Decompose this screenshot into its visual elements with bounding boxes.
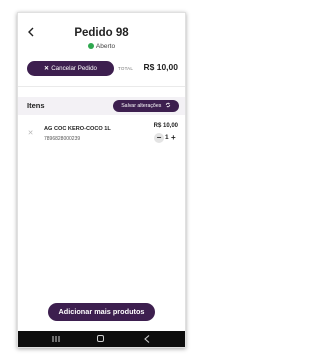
back-icon[interactable] (144, 335, 150, 343)
close-icon: ✕ (44, 65, 50, 72)
decrement-button[interactable]: − (154, 133, 164, 143)
add-more-products-button[interactable]: Adicionar mais produtos (48, 303, 155, 321)
items-header: Itens Salvar alterações (18, 97, 185, 115)
page-title: Pedido 98 (74, 27, 129, 39)
save-changes-label: Salvar alterações (121, 103, 162, 109)
increment-button[interactable]: + (171, 133, 176, 142)
cancel-order-button[interactable]: ✕ Cancelar Pedido (27, 61, 114, 76)
total-label: TOTAL (118, 66, 134, 71)
product-image-placeholder-icon: ✕ (27, 130, 34, 137)
app-screen: Pedido 98 Aberto ✕ Cancelar Pedido TOTAL … (17, 12, 186, 348)
sync-icon (165, 102, 170, 108)
product-price: R$ 10,00 (153, 123, 178, 129)
items-title: Itens (27, 101, 45, 110)
recent-apps-icon[interactable] (52, 336, 60, 342)
cancel-order-label: Cancelar Pedido (51, 65, 97, 72)
status-dot-icon (87, 43, 94, 49)
quantity-value: 1 (165, 134, 169, 141)
home-icon[interactable] (97, 335, 104, 342)
list-item: ✕ AG COC KERO-COCO 1L 7896828000239 R$ 1… (18, 121, 185, 151)
header: Pedido 98 Aberto (18, 13, 185, 55)
product-name: AG COC KERO-COCO 1L (44, 126, 111, 132)
quantity-stepper: − 1 + (154, 133, 178, 143)
divider (18, 86, 185, 87)
product-code: 7896828000239 (44, 136, 81, 142)
system-nav-bar (18, 331, 185, 347)
status-badge: Aberto (18, 43, 185, 50)
status-label: Aberto (95, 43, 116, 50)
total-value: R$ 10,00 (143, 62, 179, 72)
save-changes-button[interactable]: Salvar alterações (113, 100, 179, 112)
